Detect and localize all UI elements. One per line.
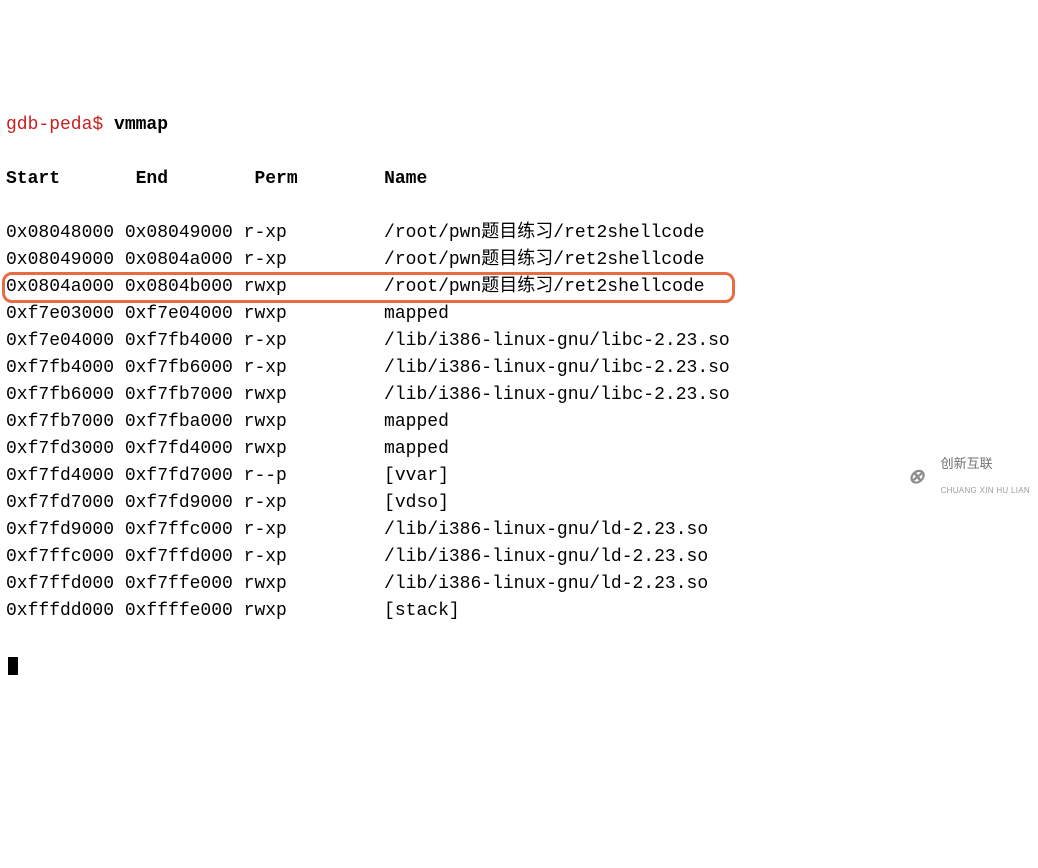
vmmap-row: 0x0804a000 0x0804b000 rwxp /root/pwn题目练习… [6, 274, 705, 301]
vmmap-row: 0xf7fd9000 0xf7ffc000 r-xp /lib/i386-lin… [6, 517, 708, 544]
watermark-line1: 创新互联 [941, 456, 993, 471]
vmmap-row: 0xf7ffd000 0xf7ffe000 rwxp /lib/i386-lin… [6, 571, 708, 598]
vmmap-row: 0xf7e03000 0xf7e04000 rwxp mapped [6, 301, 449, 328]
vmmap-row: 0xf7fb4000 0xf7fb6000 r-xp /lib/i386-lin… [6, 355, 730, 382]
vmmap-row: 0xf7fd3000 0xf7fd4000 rwxp mapped [6, 436, 449, 463]
vmmap-row: 0xf7fd4000 0xf7fd7000 r--p [vvar] [6, 463, 449, 490]
vmmap-row: 0xf7ffc000 0xf7ffd000 r-xp /lib/i386-lin… [6, 544, 708, 571]
prompt-text: gdb-peda$ [6, 115, 114, 135]
terminal-prompt-line: gdb-peda$ vmmap [6, 112, 1032, 139]
vmmap-rows: 0x08048000 0x08049000 r-xp /root/pwn题目练习… [6, 220, 1032, 625]
watermark-icon: ⊗ [908, 466, 925, 488]
vmmap-row: 0xf7e04000 0xf7fb4000 r-xp /lib/i386-lin… [6, 328, 730, 355]
watermark-line2: CHUANG XIN HU LIAN [941, 486, 1030, 495]
vmmap-row: 0x08048000 0x08049000 r-xp /root/pwn题目练习… [6, 220, 705, 247]
vmmap-row: 0xf7fd7000 0xf7fd9000 r-xp [vdso] [6, 490, 449, 517]
header-name: Name [384, 169, 427, 189]
vmmap-header-row: Start End Perm Name [6, 166, 1032, 193]
header-end: End [136, 169, 255, 189]
watermark: ⊗ 创新互联 CHUANG XIN HU LIAN [908, 445, 1030, 508]
next-prompt-line [6, 652, 1032, 679]
vmmap-row: 0xf7fb6000 0xf7fb7000 rwxp /lib/i386-lin… [6, 382, 730, 409]
vmmap-row: 0xf7fb7000 0xf7fba000 rwxp mapped [6, 409, 449, 436]
vmmap-row: 0x08049000 0x0804a000 r-xp /root/pwn题目练习… [6, 247, 705, 274]
vmmap-row: 0xfffdd000 0xffffe000 rwxp [stack] [6, 598, 460, 625]
header-perm: Perm [254, 169, 384, 189]
cursor [8, 657, 18, 675]
header-start: Start [6, 169, 136, 189]
command-text: vmmap [114, 115, 168, 135]
